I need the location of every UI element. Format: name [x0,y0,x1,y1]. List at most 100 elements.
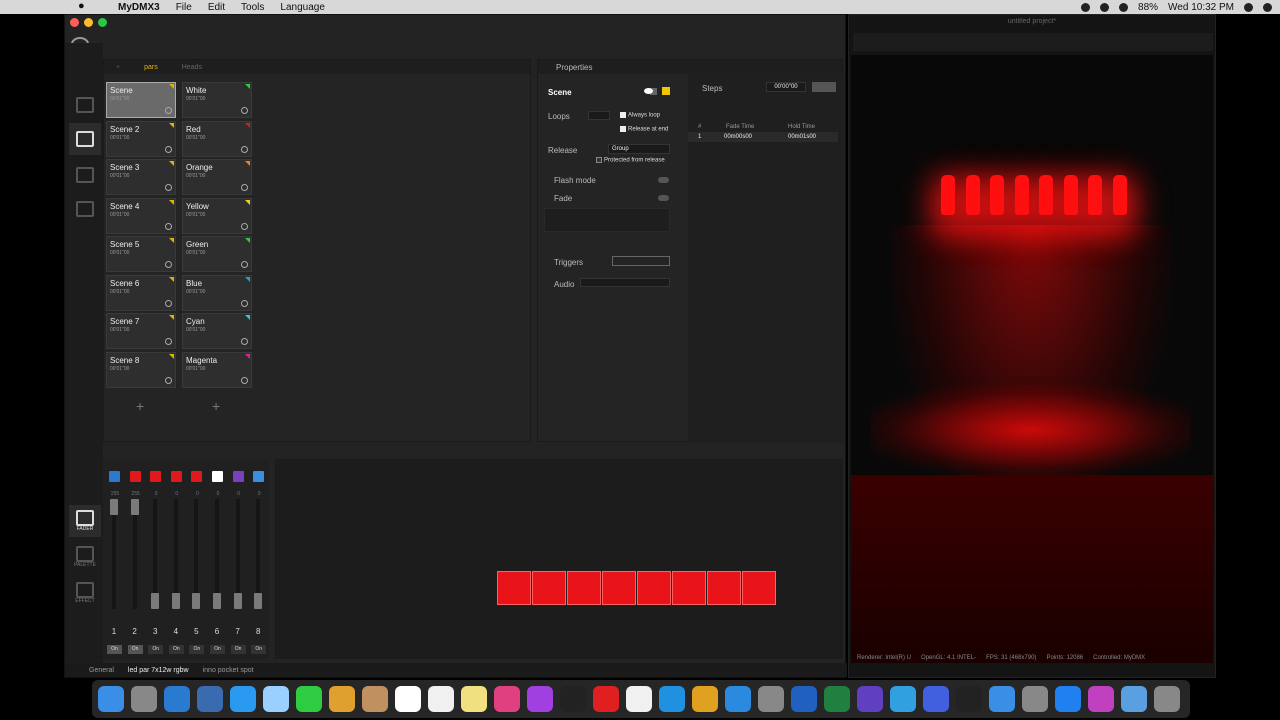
scene-card[interactable]: Scene 8 00'01"00 [106,351,176,388]
step-hold[interactable]: 00m01s00 [788,134,816,140]
steps-time[interactable]: 00'00"00 [766,82,806,92]
audio-field[interactable] [580,278,670,287]
nav-palette[interactable]: PALETTE [69,541,101,573]
dock-app-icon[interactable] [626,686,652,712]
fader-track[interactable] [254,499,263,609]
fader-handle[interactable] [213,593,221,609]
fader-handle[interactable] [151,593,160,609]
scene-card[interactable]: Red 00'01"00 [182,120,252,157]
dock-app-icon[interactable] [692,686,718,712]
dock-app-icon[interactable] [956,686,982,712]
loop-icon[interactable] [165,184,172,191]
release-at-end-checkbox[interactable]: Release at end [620,126,668,133]
fader-handle[interactable] [254,593,263,609]
fader-track[interactable] [171,499,180,609]
dock-app-icon[interactable] [494,686,520,712]
scene-name[interactable]: Scene [548,88,572,97]
dock-app-icon[interactable] [1022,686,1048,712]
protected-checkbox[interactable]: Protected from release [596,157,665,164]
nav-live[interactable] [69,159,101,191]
dock-app-icon[interactable] [1154,686,1180,712]
release-select[interactable]: Group [608,144,670,154]
scene-card[interactable]: Yellow 00'01"00 [182,197,252,234]
visualizer-toolbar[interactable] [853,33,1213,51]
nav-edit[interactable] [69,123,101,155]
scene-card[interactable]: Scene 6 00'01"00 [106,274,176,311]
fader-handle[interactable] [192,593,201,609]
fader-color-swatch[interactable] [170,471,182,482]
fader-color-swatch[interactable] [212,471,223,482]
dock-app-icon[interactable] [659,686,685,712]
fader-on-button[interactable]: On [127,645,143,654]
step-fade[interactable]: 00m00s00 [724,134,752,140]
dock-app-icon[interactable] [329,686,355,712]
fader-color-swatch[interactable] [129,471,141,482]
canvas-toolbar[interactable] [281,461,561,469]
fixture-par[interactable] [742,571,776,605]
loop-icon[interactable] [165,338,172,345]
tab-pars[interactable]: pars [132,64,170,71]
fader-track[interactable] [192,499,201,609]
scene-card[interactable]: Orange 00'01"00 [182,159,252,195]
fader-handle[interactable] [110,499,118,515]
dock-app-icon[interactable] [824,686,850,712]
app-menu[interactable]: MyDMX3 [118,2,160,13]
dock-app-icon[interactable] [791,686,817,712]
menu-edit[interactable]: Edit [208,2,225,13]
loop-icon[interactable] [241,107,248,114]
flash-mode-toggle[interactable] [658,177,669,183]
dock-app-icon[interactable] [197,686,223,712]
fader-handle[interactable] [233,593,242,609]
fader-on-button[interactable]: On [107,645,122,654]
loops-field[interactable] [588,111,610,120]
fader-handle[interactable] [130,499,139,515]
fader-color-swatch[interactable] [150,471,162,482]
fixture-par[interactable] [637,571,671,605]
dock-app-icon[interactable] [857,686,883,712]
fade-toggle[interactable] [658,195,669,201]
scene-card[interactable]: Scene 7 00'01"00 [106,313,176,349]
scene-card[interactable]: Scene 5 00'01"00 [106,236,176,272]
loop-icon[interactable] [241,184,248,191]
eye-icon[interactable] [644,88,653,94]
search-icon[interactable] [1244,2,1253,12]
dock-app-icon[interactable] [428,686,454,712]
clock[interactable]: Wed 10:32 PM [1168,2,1234,13]
fader-on-button[interactable]: On [148,645,164,654]
dock-app-icon[interactable] [164,686,190,712]
fixture-par[interactable] [497,571,531,605]
add-scene-button[interactable]: + [136,398,144,414]
loop-icon[interactable] [241,338,248,345]
menu-tools[interactable]: Tools [241,2,264,13]
scene-card[interactable]: Scene 2 00'01"00 [106,120,176,157]
apple-icon[interactable]: ● [78,0,85,12]
dock-app-icon[interactable] [131,686,157,712]
fader-track[interactable] [130,499,139,609]
nav-show[interactable] [69,193,101,225]
dock-app-icon[interactable] [98,686,124,712]
fader-on-button[interactable]: On [230,645,246,654]
trigger-buttons[interactable] [612,256,670,266]
status-general[interactable]: General [89,667,114,674]
loop-icon[interactable] [241,145,248,153]
nav-effect[interactable]: EFFECT [69,577,101,609]
loop-icon[interactable] [241,376,248,384]
zoom-window-button[interactable] [98,18,107,27]
fixture-par[interactable] [567,571,601,605]
add-scene-button-2[interactable]: + [212,398,220,414]
status-fixture-1[interactable]: led par 7x12w rgbw [128,667,189,674]
scene-card[interactable]: Magenta 00'01"00 [182,351,252,388]
fixture-par[interactable] [602,571,636,605]
status-fixture-2[interactable]: inno pocket spot [203,667,254,674]
menu-list-icon[interactable] [1263,2,1272,12]
dock-app-icon[interactable] [263,686,289,712]
visualizer-view[interactable]: Renderer: Intel(R) U OpenGL: 4.1 INTEL- … [851,55,1213,663]
scene-card[interactable]: Scene 4 00'01"00 [106,197,176,234]
dock-app-icon[interactable] [230,686,256,712]
dock-app-icon[interactable] [923,686,949,712]
fader-track[interactable] [233,499,242,609]
fixture-par[interactable] [707,571,741,605]
scene-card[interactable]: Green 00'01"00 [182,236,252,272]
scene-card[interactable]: White 00'01"00 [182,82,252,118]
loop-icon[interactable] [241,222,248,230]
